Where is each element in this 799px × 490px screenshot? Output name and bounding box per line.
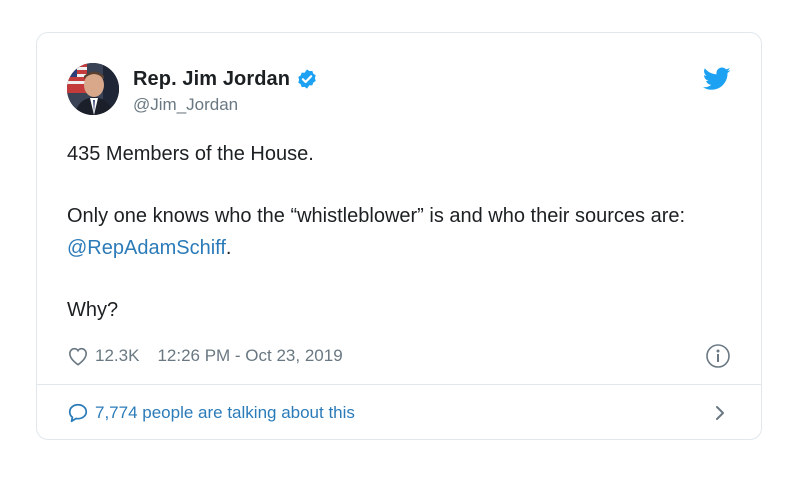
name-row: Rep. Jim Jordan — [133, 67, 318, 91]
speech-bubble-icon — [68, 403, 88, 423]
tweet-card: Rep. Jim Jordan @Jim_Jordan 435 Members … — [36, 32, 762, 440]
divider — [37, 384, 761, 385]
tweet-header: Rep. Jim Jordan @Jim_Jordan — [67, 63, 731, 119]
handle[interactable]: @Jim_Jordan — [133, 95, 318, 115]
author-info[interactable]: Rep. Jim Jordan @Jim_Jordan — [133, 67, 318, 115]
heart-icon[interactable] — [67, 346, 89, 366]
tweet-line-2: Only one knows who the “whistleblower” i… — [67, 200, 707, 264]
info-icon[interactable] — [705, 343, 731, 369]
tweet-meta: 12.3K 12:26 PM - Oct 23, 2019 — [67, 342, 731, 370]
tweet-text: 435 Members of the House. Only one knows… — [67, 138, 707, 326]
tweet-line-2-text: Only one knows who the “whistleblower” i… — [67, 205, 686, 227]
tweet-line-2-end: . — [225, 237, 232, 259]
display-name[interactable]: Rep. Jim Jordan — [133, 68, 290, 91]
verified-badge-icon — [298, 69, 316, 89]
mention-link[interactable]: @RepAdamSchiff — [67, 237, 226, 259]
chevron-right-icon — [716, 406, 724, 420]
tweet-line-3: Why? — [67, 299, 119, 321]
tweet-line-1: 435 Members of the House. — [67, 143, 314, 165]
conversation-link[interactable]: 7,774 people are talking about this — [67, 399, 731, 427]
profile-photo-icon — [67, 63, 119, 115]
talking-count-label: 7,774 people are talking about this — [95, 403, 355, 422]
avatar[interactable] — [67, 63, 119, 115]
twitter-bird-icon[interactable] — [703, 67, 731, 91]
timestamp[interactable]: 12:26 PM - Oct 23, 2019 — [157, 346, 342, 366]
like-count[interactable]: 12.3K — [95, 346, 139, 366]
